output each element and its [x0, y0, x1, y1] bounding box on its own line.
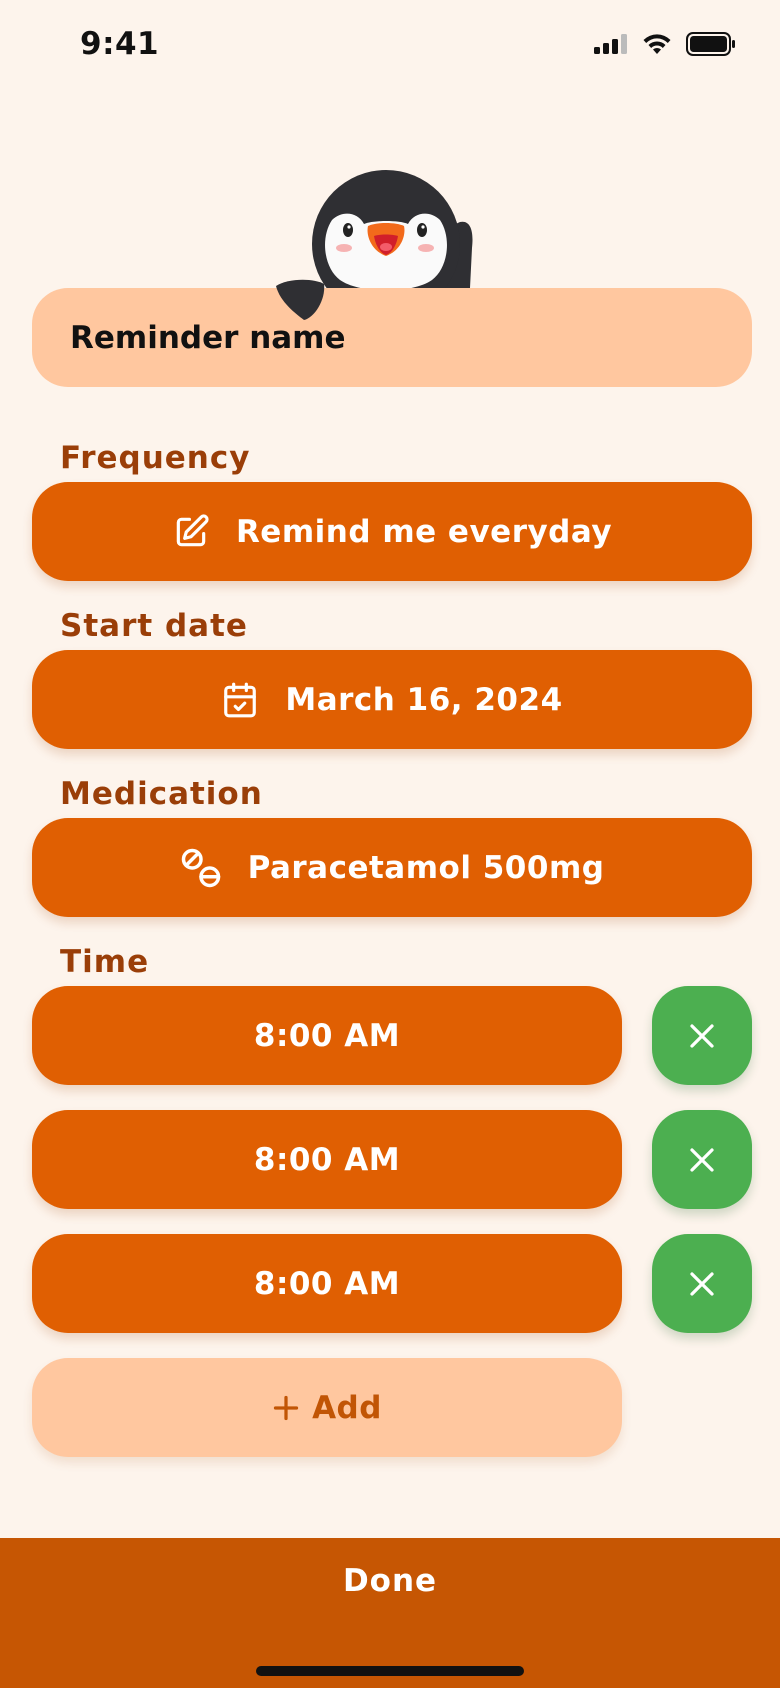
edit-icon [172, 513, 210, 551]
status-time: 9:41 [80, 26, 160, 62]
time-label: Time [60, 944, 150, 980]
time-entry-button[interactable]: 8:00 AM [32, 986, 622, 1085]
start-date-button[interactable]: March 16, 2024 [32, 650, 752, 749]
frequency-label: Frequency [60, 440, 251, 476]
status-bar: 9:41 [0, 0, 780, 96]
frequency-button[interactable]: Remind me everyday [32, 482, 752, 581]
calendar-check-icon [221, 680, 259, 720]
close-icon [690, 1147, 714, 1172]
penguin-flipper [276, 279, 325, 320]
start-date-label: Start date [60, 608, 248, 644]
battery-icon [686, 32, 735, 56]
time-entry-button[interactable]: 8:00 AM [32, 1110, 622, 1209]
time-entry-value: 8:00 AM [253, 1141, 401, 1178]
status-icons [594, 32, 736, 56]
remove-time-button[interactable] [652, 1110, 752, 1209]
add-time-button[interactable]: Add [32, 1358, 622, 1457]
add-time-label: Add [312, 1389, 382, 1426]
time-entry-button[interactable]: 8:00 AM [32, 1234, 622, 1333]
close-icon [690, 1023, 714, 1048]
home-indicator [256, 1666, 524, 1676]
close-icon [690, 1271, 714, 1296]
footer-bar: Done [0, 1538, 780, 1688]
reminder-name-input[interactable] [32, 288, 752, 387]
start-date-value: March 16, 2024 [285, 681, 563, 718]
remove-time-button[interactable] [652, 986, 752, 1085]
time-entry-value: 8:00 AM [253, 1017, 401, 1054]
medication-label: Medication [60, 776, 263, 812]
pills-icon [180, 847, 222, 889]
frequency-value: Remind me everyday [235, 513, 613, 550]
cellular-signal-icon [594, 34, 627, 54]
plus-icon [273, 1395, 299, 1420]
done-button[interactable]: Done [0, 1538, 780, 1624]
done-label: Done [342, 1563, 438, 1599]
remove-time-button[interactable] [652, 1234, 752, 1333]
time-entry-value: 8:00 AM [253, 1265, 401, 1302]
wifi-icon [643, 34, 671, 54]
medication-value: Paracetamol 500mg [247, 849, 605, 886]
medication-button[interactable]: Paracetamol 500mg [32, 818, 752, 917]
